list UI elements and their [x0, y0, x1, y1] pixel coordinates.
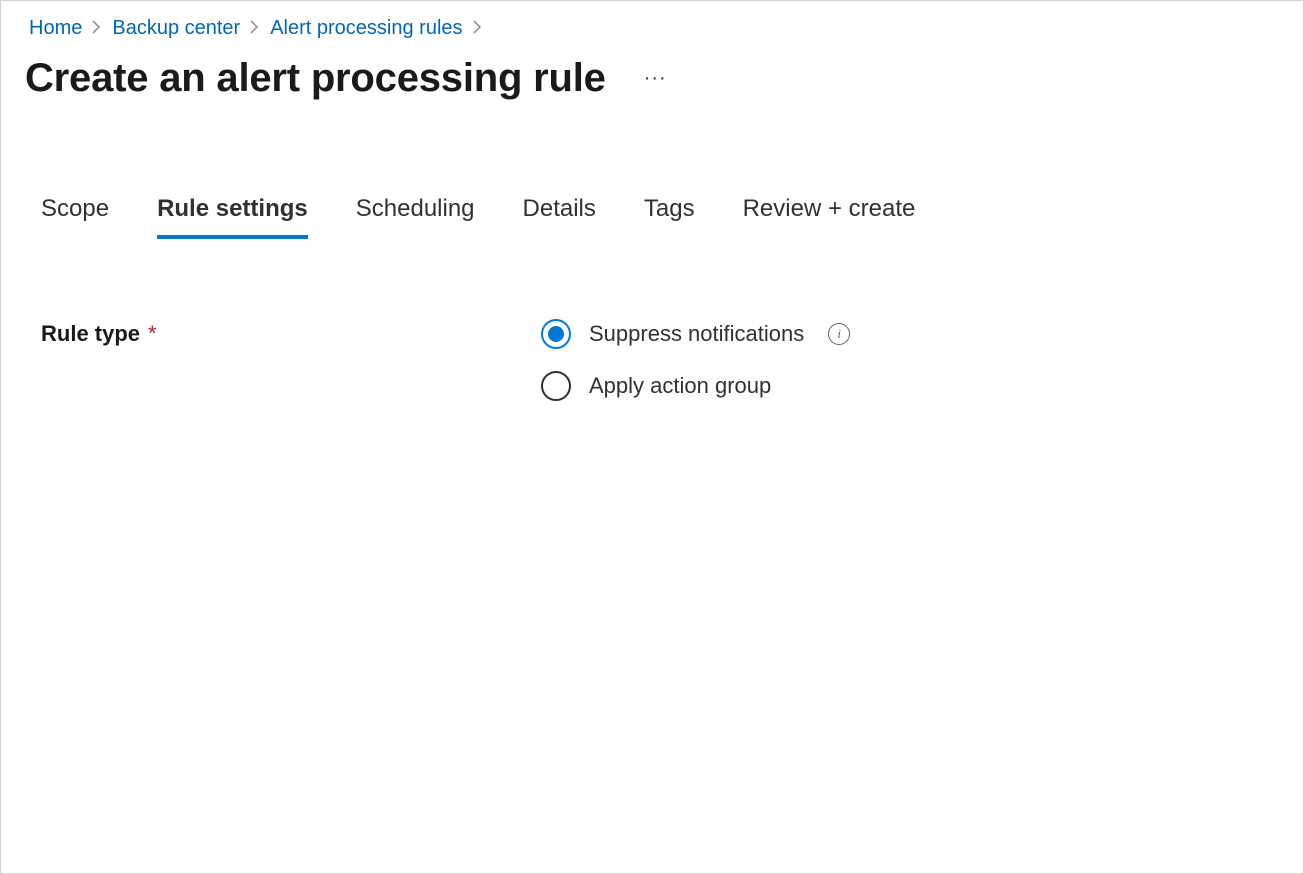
- more-button[interactable]: ···: [638, 61, 673, 96]
- breadcrumb-link-alert-processing-rules[interactable]: Alert processing rules: [270, 17, 462, 40]
- tab-scope[interactable]: Scope: [41, 195, 109, 239]
- radio-dot-icon: [548, 326, 564, 342]
- rule-type-label: Rule type: [41, 321, 140, 347]
- form-area: Rule type * Suppress notifications i App…: [1, 239, 1303, 401]
- radio-label: Apply action group: [589, 373, 771, 399]
- tabs: Scope Rule settings Scheduling Details T…: [1, 141, 1303, 239]
- radio-button-icon: [541, 319, 571, 349]
- tab-details[interactable]: Details: [523, 195, 596, 239]
- tab-rule-settings[interactable]: Rule settings: [157, 195, 308, 239]
- chevron-right-icon: [473, 18, 483, 39]
- breadcrumb-link-home[interactable]: Home: [29, 17, 82, 40]
- required-marker: *: [148, 321, 157, 347]
- tab-review-create[interactable]: Review + create: [743, 195, 916, 239]
- breadcrumb: Home Backup center Alert processing rule…: [1, 13, 1303, 50]
- title-row: Create an alert processing rule ···: [1, 50, 1303, 141]
- radio-apply-action-group[interactable]: Apply action group: [541, 371, 850, 401]
- radio-label: Suppress notifications: [589, 321, 804, 347]
- rule-type-label-col: Rule type *: [41, 319, 541, 347]
- page-title: Create an alert processing rule: [25, 56, 606, 101]
- chevron-right-icon: [92, 18, 102, 39]
- radio-suppress-notifications[interactable]: Suppress notifications i: [541, 319, 850, 349]
- tab-scheduling[interactable]: Scheduling: [356, 195, 475, 239]
- tab-tags[interactable]: Tags: [644, 195, 695, 239]
- rule-type-row: Rule type * Suppress notifications i App…: [41, 319, 1263, 401]
- rule-type-radios: Suppress notifications i Apply action gr…: [541, 319, 850, 401]
- radio-button-icon: [541, 371, 571, 401]
- chevron-right-icon: [250, 18, 260, 39]
- info-icon[interactable]: i: [828, 323, 850, 345]
- breadcrumb-link-backup-center[interactable]: Backup center: [112, 17, 240, 40]
